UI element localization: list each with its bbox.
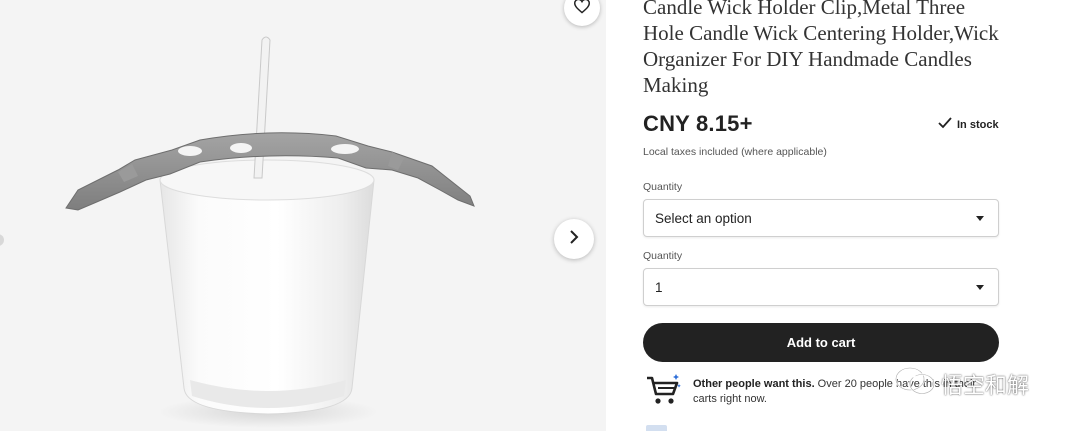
chevron-right-icon bbox=[567, 229, 581, 250]
taxes-note: Local taxes included (where applicable) bbox=[643, 146, 827, 158]
quantity-label: Quantity bbox=[643, 250, 683, 262]
product-image bbox=[0, 0, 606, 431]
first-option-select[interactable]: Select an option bbox=[643, 199, 999, 237]
checkmark-icon bbox=[938, 117, 957, 132]
product-image-carousel[interactable] bbox=[0, 0, 606, 431]
demand-bold: Other people want this. bbox=[693, 378, 815, 390]
watermark-text: 悟空和解 bbox=[941, 373, 1030, 399]
listing-page: Candle Wick Holder Clip,Metal Three Hole… bbox=[0, 0, 1080, 431]
first-option-value: Select an option bbox=[655, 210, 752, 226]
next-image-button[interactable] bbox=[554, 219, 594, 259]
product-title: Candle Wick Holder Clip,Metal Three Hole… bbox=[643, 0, 999, 97]
first-option-label: Quantity bbox=[643, 181, 683, 193]
quantity-select[interactable]: 1 bbox=[643, 268, 999, 306]
stock-status-label: In stock bbox=[957, 118, 999, 131]
add-to-cart-button[interactable]: Add to cart bbox=[643, 323, 999, 362]
stock-status: In stock bbox=[938, 117, 999, 132]
caret-down-icon bbox=[976, 215, 984, 221]
watermark: 悟空和解 bbox=[893, 366, 1029, 401]
quantity-value: 1 bbox=[655, 279, 663, 295]
caret-down-icon bbox=[976, 284, 984, 290]
product-price: CNY 8.15+ bbox=[643, 111, 753, 136]
heart-icon bbox=[573, 0, 591, 19]
wechat-logo-icon bbox=[893, 366, 937, 401]
shopping-cart-icon bbox=[645, 372, 681, 413]
thumbnail-indicator bbox=[646, 425, 667, 431]
